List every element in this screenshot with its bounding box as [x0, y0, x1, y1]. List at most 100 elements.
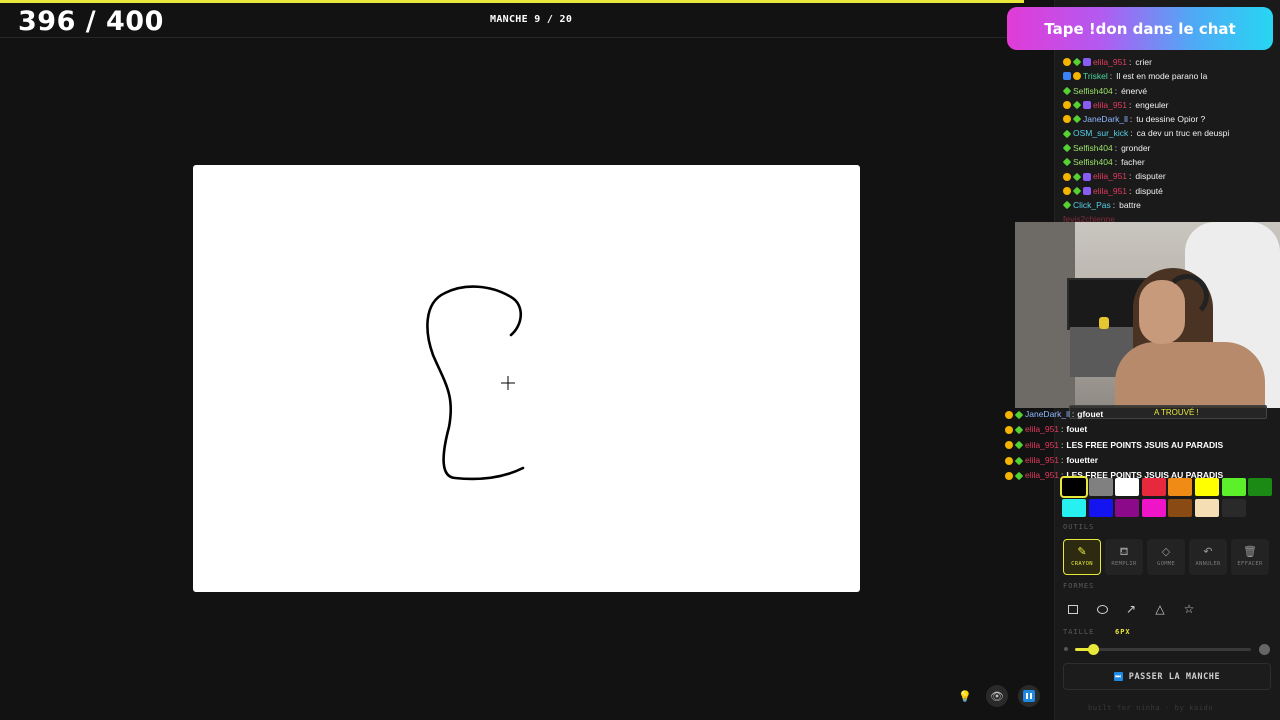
green-badge-icon [1062, 143, 1072, 153]
tool-label: GOMME [1156, 561, 1176, 567]
chat-username[interactable]: OSM_sur_kick [1073, 126, 1128, 140]
chat-separator: : [1129, 57, 1132, 67]
green-badge-icon [1062, 200, 1072, 210]
tool-row: ✎ CRAYON ⛾ REMPLIR ◇ GOMME ↶ ANNULER 🗑 EFFACER [1063, 539, 1269, 575]
chat-separator: : [1061, 439, 1064, 450]
arrow-icon[interactable]: ↗ [1121, 598, 1141, 620]
chat-username[interactable]: Selfish404 [1073, 141, 1113, 155]
chat-username[interactable]: Click_Pas [1073, 198, 1111, 212]
chat-username[interactable]: Selfish404 [1073, 155, 1113, 169]
green-badge-icon [1072, 57, 1082, 67]
color-swatch[interactable] [1141, 499, 1166, 517]
chat-separator: : [1114, 85, 1118, 96]
chat-message: elila_951: engeuler [1063, 98, 1275, 112]
tool-crayon-button[interactable]: ✎ CRAYON [1063, 539, 1101, 575]
chat-username[interactable]: Selfish404 [1073, 84, 1113, 98]
orange-badge-icon [1005, 410, 1013, 419]
color-swatch[interactable] [1088, 499, 1113, 517]
star-icon[interactable]: ☆ [1179, 598, 1199, 620]
color-swatch[interactable] [1062, 499, 1086, 517]
chat-text: énervé [1121, 85, 1148, 96]
color-swatch[interactable] [1248, 478, 1273, 496]
pause-icon[interactable] [1018, 685, 1040, 707]
orange-badge-icon [1005, 425, 1013, 434]
color-swatch[interactable] [1168, 478, 1193, 496]
overlay-chat-message: JaneDark_ll: gfouet [1005, 407, 1267, 422]
brush-size-slider[interactable] [1075, 644, 1251, 655]
slider-thumb[interactable] [1087, 644, 1099, 655]
color-swatch[interactable] [1088, 478, 1113, 496]
overlay-chat-username[interactable]: elila_951 [1025, 453, 1059, 468]
rectangle-icon[interactable] [1063, 598, 1083, 620]
chat-text: tu dessine Opior ? [1136, 114, 1206, 125]
drawing-canvas[interactable] [193, 165, 860, 592]
overlay-chat-username[interactable]: elila_951 [1025, 438, 1059, 453]
size-section-label: TAILLE [1063, 628, 1095, 636]
skip-round-button[interactable]: ⏭ PASSER LA MANCHE [1063, 663, 1271, 690]
chat-separator: : [1129, 99, 1132, 110]
overlay-chat-username[interactable]: elila_951 [1025, 468, 1059, 483]
overlay-chat-message: elila_951: LES FREE POINTS JSUIS AU PARAD… [1005, 438, 1267, 453]
overlay-chat-feed: JaneDark_ll: gfouet elila_951: fouet elila_9… [1005, 407, 1267, 483]
chat-username[interactable]: JaneDark_ll [1083, 112, 1128, 126]
green-badge-icon [1014, 456, 1024, 465]
chat-message: elila_951: crier [1063, 55, 1275, 69]
shapes-section-label: FORMES [1063, 582, 1095, 590]
triangle-icon[interactable]: △ [1150, 598, 1170, 620]
green-badge-icon [1072, 115, 1082, 124]
chat-username[interactable]: elila_951 [1093, 184, 1127, 198]
chat-message: Click_Pas: battre [1062, 198, 1275, 212]
chat-separator: : [1114, 142, 1118, 153]
chat-separator: : [1112, 199, 1116, 210]
orange-badge-icon [1063, 58, 1071, 67]
color-swatch[interactable] [1115, 478, 1140, 496]
eye-icon[interactable]: 👁 [986, 685, 1008, 707]
ellipse-icon[interactable] [1092, 598, 1112, 620]
tool-label: EFFACER [1237, 561, 1263, 567]
overlay-chat-username[interactable]: JaneDark_ll [1025, 407, 1070, 422]
chat-text: disputer [1135, 171, 1166, 182]
tool-gomme-button[interactable]: ◇ GOMME [1147, 539, 1185, 575]
tool-effacer-button[interactable]: 🗑 EFFACER [1231, 539, 1269, 575]
size-min-dot [1064, 647, 1068, 651]
orange-badge-icon [1005, 456, 1013, 465]
color-swatch[interactable] [1221, 499, 1246, 517]
color-swatch[interactable] [1115, 499, 1140, 517]
orange-badge-icon [1063, 186, 1071, 195]
chat-text: Il est en mode parano la [1116, 71, 1208, 82]
chat-username[interactable]: elila_951 [1093, 169, 1127, 183]
shape-row: ↗ △ ☆ [1063, 598, 1199, 620]
color-swatch[interactable] [1141, 478, 1166, 496]
trash-icon: 🗑 [1243, 546, 1257, 558]
lightbulb-icon[interactable]: 💡 [954, 685, 976, 707]
chat-username[interactable]: elila_951 [1093, 98, 1127, 112]
chat-separator: : [1071, 409, 1075, 419]
overlay-chat-username[interactable]: elila_951 [1025, 422, 1059, 437]
color-swatch[interactable] [1194, 478, 1219, 496]
overlay-chat-text: fouetter [1066, 454, 1099, 465]
chat-separator: : [1061, 454, 1064, 465]
green-badge-icon [1062, 157, 1072, 167]
footer-credit: built for ninha · by kaido [1088, 704, 1214, 712]
chat-text: battre [1119, 199, 1141, 210]
tool-remplir-button[interactable]: ⛾ REMPLIR [1105, 539, 1143, 575]
chat-separator: : [1129, 114, 1133, 125]
chat-username[interactable]: elila_951 [1093, 55, 1127, 69]
crosshair-cursor [501, 376, 515, 390]
chat-text: engeuler [1135, 99, 1169, 110]
skip-icon: ⏭ [1113, 672, 1123, 681]
tool-annuler-button[interactable]: ↶ ANNULER [1189, 539, 1227, 575]
green-badge-icon [1014, 410, 1024, 419]
green-badge-icon [1014, 440, 1024, 450]
color-swatch[interactable] [1221, 478, 1246, 496]
orange-badge-icon [1073, 72, 1081, 81]
chat-username[interactable]: Triskel [1083, 69, 1108, 83]
purple-badge-icon [1083, 101, 1091, 110]
color-swatch[interactable] [1168, 499, 1193, 517]
tool-label: REMPLIR [1111, 561, 1137, 567]
color-swatch[interactable] [1194, 499, 1219, 517]
tool-label: ANNULER [1195, 561, 1221, 567]
orange-badge-icon [1005, 441, 1013, 450]
green-badge-icon [1072, 186, 1082, 196]
color-swatch[interactable] [1060, 476, 1088, 498]
